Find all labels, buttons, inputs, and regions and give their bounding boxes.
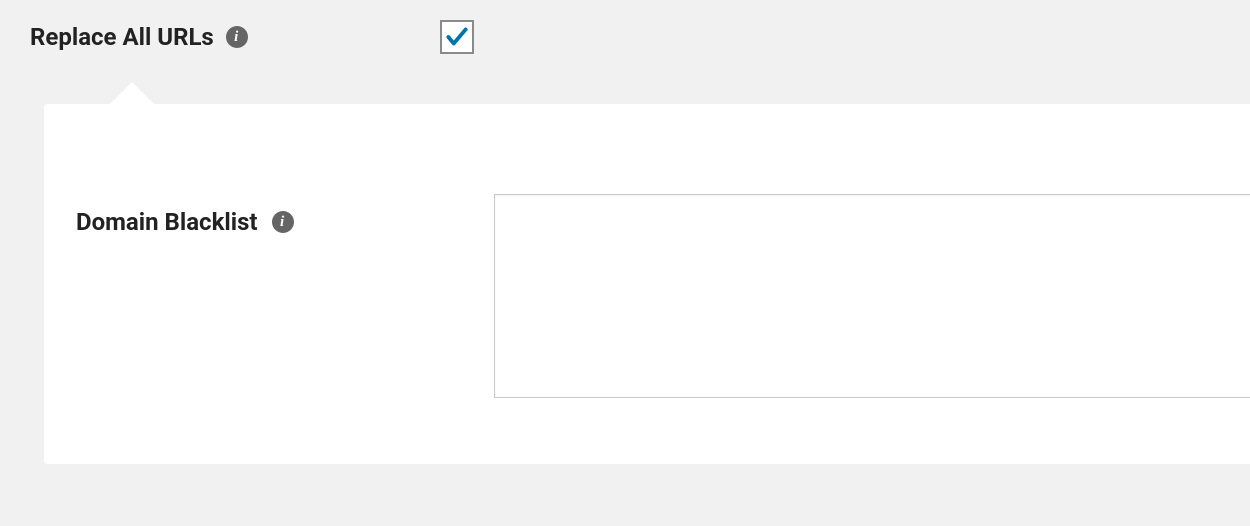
- replace-all-urls-checkbox[interactable]: [440, 20, 474, 54]
- domain-blacklist-panel: Domain Blacklist i: [44, 104, 1250, 464]
- replace-all-urls-label: Replace All URLs: [30, 23, 214, 51]
- replace-all-urls-label-group: Replace All URLs i: [30, 23, 440, 51]
- panel-arrow-icon: [110, 82, 154, 104]
- domain-blacklist-label-group: Domain Blacklist i: [76, 208, 494, 236]
- info-icon[interactable]: i: [272, 211, 294, 233]
- domain-blacklist-label: Domain Blacklist: [76, 208, 258, 236]
- check-icon: [444, 24, 470, 50]
- replace-all-urls-row: Replace All URLs i: [0, 0, 1250, 82]
- domain-blacklist-panel-container: Domain Blacklist i: [44, 104, 1250, 464]
- domain-blacklist-textarea[interactable]: [494, 194, 1250, 398]
- info-icon[interactable]: i: [226, 26, 248, 48]
